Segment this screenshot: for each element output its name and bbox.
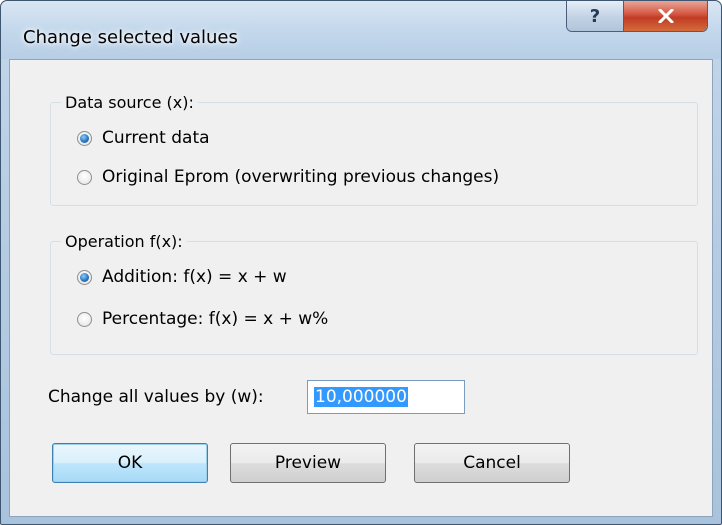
operation-legend: Operation f(x): bbox=[61, 232, 187, 251]
caption-buttons: ? bbox=[566, 1, 708, 32]
radio-addition[interactable]: Addition: f(x) = x + w bbox=[77, 267, 287, 287]
ok-button[interactable]: OK bbox=[52, 443, 208, 483]
radio-percentage[interactable]: Percentage: f(x) = x + w% bbox=[77, 309, 328, 329]
radio-button-checked[interactable] bbox=[77, 130, 92, 146]
operation-group: Operation f(x): Addition: f(x) = x + w P… bbox=[50, 232, 698, 355]
data-source-group: Data source (x): Current data Original E… bbox=[50, 93, 698, 206]
radio-label-original-eprom: Original Eprom (overwriting previous cha… bbox=[102, 167, 500, 187]
cancel-button-label: Cancel bbox=[463, 453, 521, 473]
title-bar[interactable]: Change selected values ? bbox=[1, 1, 721, 59]
close-icon bbox=[658, 9, 673, 23]
ok-button-label: OK bbox=[117, 453, 143, 473]
preview-button-label: Preview bbox=[274, 453, 342, 473]
dialog-window: Change selected values ? Data source (x)… bbox=[0, 0, 722, 525]
radio-button-unchecked[interactable] bbox=[77, 169, 92, 185]
help-icon: ? bbox=[589, 5, 601, 27]
radio-label-addition: Addition: f(x) = x + w bbox=[102, 267, 287, 287]
dialog-client-area: Data source (x): Current data Original E… bbox=[9, 59, 713, 517]
help-button[interactable]: ? bbox=[567, 1, 624, 31]
data-source-legend: Data source (x): bbox=[61, 93, 198, 112]
preview-button[interactable]: Preview bbox=[230, 443, 386, 483]
radio-label-percentage: Percentage: f(x) = x + w% bbox=[102, 309, 329, 329]
radio-label-current-data: Current data bbox=[102, 128, 210, 148]
dialog-title: Change selected values bbox=[23, 27, 238, 48]
change-value-input[interactable]: 10,000000 bbox=[307, 380, 465, 414]
cancel-button[interactable]: Cancel bbox=[414, 443, 570, 483]
radio-current-data[interactable]: Current data bbox=[77, 128, 210, 148]
radio-button-checked[interactable] bbox=[77, 269, 92, 285]
change-value-text: 10,000000 bbox=[314, 387, 408, 407]
change-value-label: Change all values by (w): bbox=[48, 387, 264, 407]
close-button[interactable] bbox=[624, 1, 707, 31]
radio-button-unchecked[interactable] bbox=[77, 311, 92, 327]
radio-original-eprom[interactable]: Original Eprom (overwriting previous cha… bbox=[77, 167, 499, 187]
